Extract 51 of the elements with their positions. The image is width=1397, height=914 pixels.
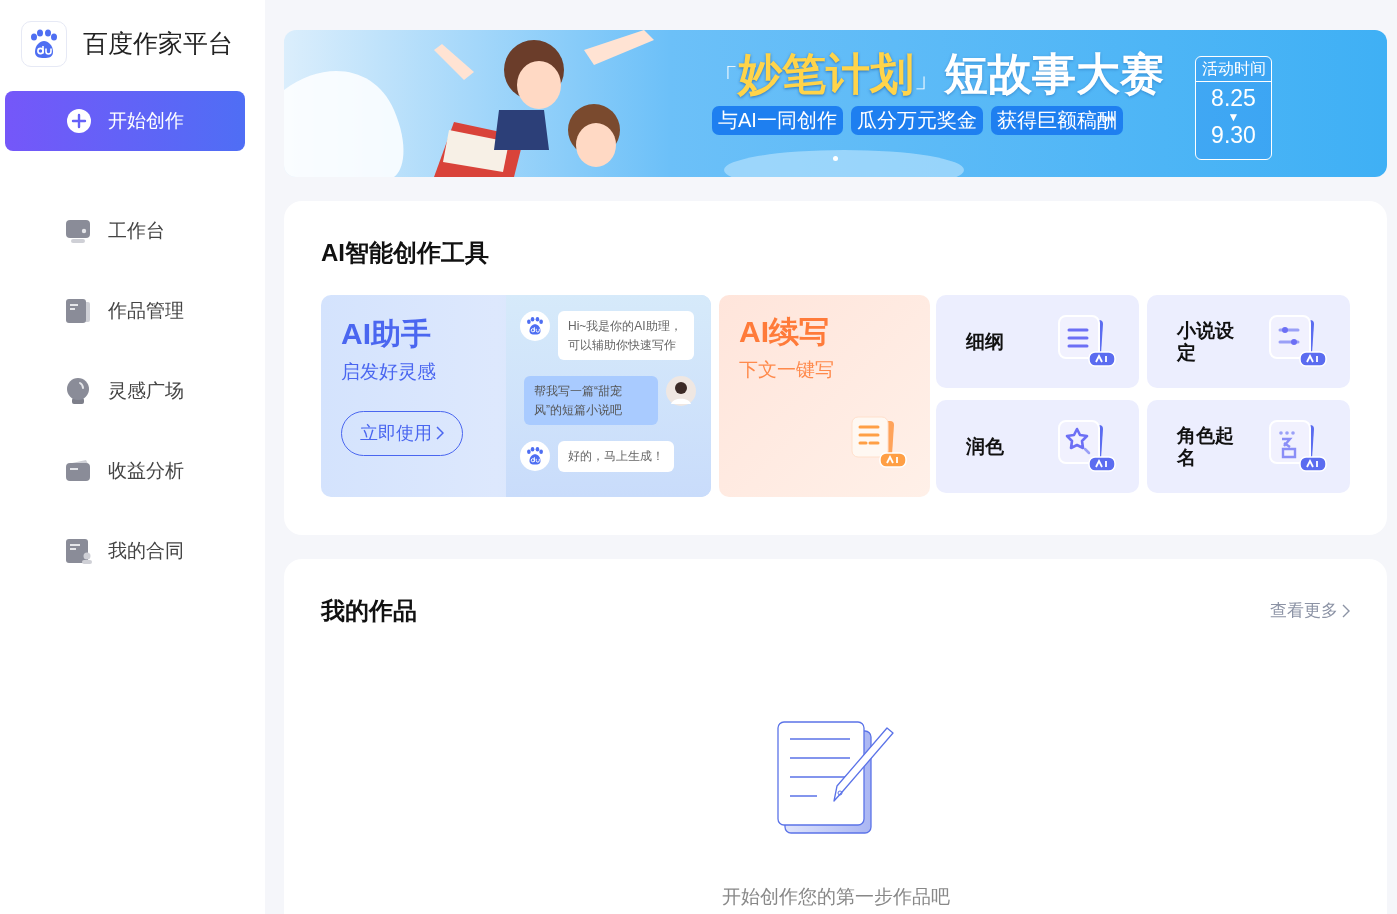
chat-bubble: 好的，马上生成！	[558, 441, 674, 472]
chevron-icon	[1342, 604, 1350, 618]
nav-item[interactable]: 工作台	[0, 191, 265, 271]
chat-bubble: 帮我写一篇“甜宠风”的短篇小说吧	[524, 376, 658, 426]
card-subtitle: 下文一键写	[739, 358, 835, 382]
settings-icon	[1268, 313, 1328, 370]
empty-notebook-icon	[776, 721, 895, 835]
section-title: 我的作品	[321, 596, 417, 626]
app-title: 百度作家平台	[83, 28, 233, 60]
section-title: AI智能创作工具	[321, 238, 490, 268]
arrow-mark: ▼	[1226, 111, 1241, 124]
book-icon	[64, 297, 92, 325]
document-icon	[848, 415, 908, 471]
banner-title: 短故事大赛	[944, 50, 1164, 99]
chevron-icon	[436, 426, 444, 440]
bracket-mark: 「	[712, 63, 738, 94]
nav-item[interactable]: 我的合同	[0, 511, 265, 591]
naming-icon	[1268, 418, 1328, 475]
bot-avatar	[520, 311, 550, 341]
plus-icon	[66, 108, 92, 134]
outline-icon	[1057, 313, 1117, 370]
nav-item[interactable]: 作品管理	[0, 271, 265, 351]
bracket-mark: 」	[914, 62, 940, 96]
logo-icon	[21, 21, 67, 67]
period-label: 活动时间	[1196, 57, 1271, 82]
create-button[interactable]: 开始创作	[5, 91, 245, 151]
chat-bubble: Hi~我是你的AI助理，可以辅助你快速写作	[558, 311, 694, 361]
card-subtitle: 启发好灵感	[341, 360, 437, 384]
tool-card[interactable]: 润色	[936, 400, 1139, 493]
card-title: AI助手	[341, 317, 432, 350]
start-date: 8.25	[1210, 86, 1257, 112]
tool-card[interactable]: 角色起名	[1147, 400, 1350, 493]
bulb-icon	[64, 377, 92, 405]
banner-tag: 获得巨额稿酬	[990, 106, 1123, 136]
desk-icon	[64, 217, 92, 245]
empty-message: 开始创作您的第一步作品吧	[721, 885, 950, 909]
banner-title-highlight: 妙笔计划	[738, 50, 914, 99]
nav-item[interactable]: 灵感广场	[0, 351, 265, 431]
banner-tag: 与AI一同创作	[712, 106, 843, 136]
assistant-card[interactable]: AI助手 启发好灵感 立即使用 Hi~我是你的AI助理，可以辅助你快速写作 帮我写一篇“甜宠风”的短篇小说吧 好的，马上生成！	[321, 295, 711, 497]
end-date: 9.30	[1210, 123, 1257, 149]
banner-tag: 瓜分万元奖金	[850, 106, 983, 136]
contract-icon	[64, 537, 92, 565]
bot-avatar	[520, 441, 550, 472]
tool-card[interactable]: 小说设定	[1147, 295, 1350, 388]
user-avatar	[666, 376, 696, 407]
polish-icon	[1057, 418, 1117, 475]
nav-item[interactable]: 收益分析	[0, 431, 265, 511]
tool-card[interactable]: 细纲	[936, 295, 1139, 388]
card-title: AI续写	[739, 315, 830, 348]
carousel-dot[interactable]	[833, 156, 838, 161]
